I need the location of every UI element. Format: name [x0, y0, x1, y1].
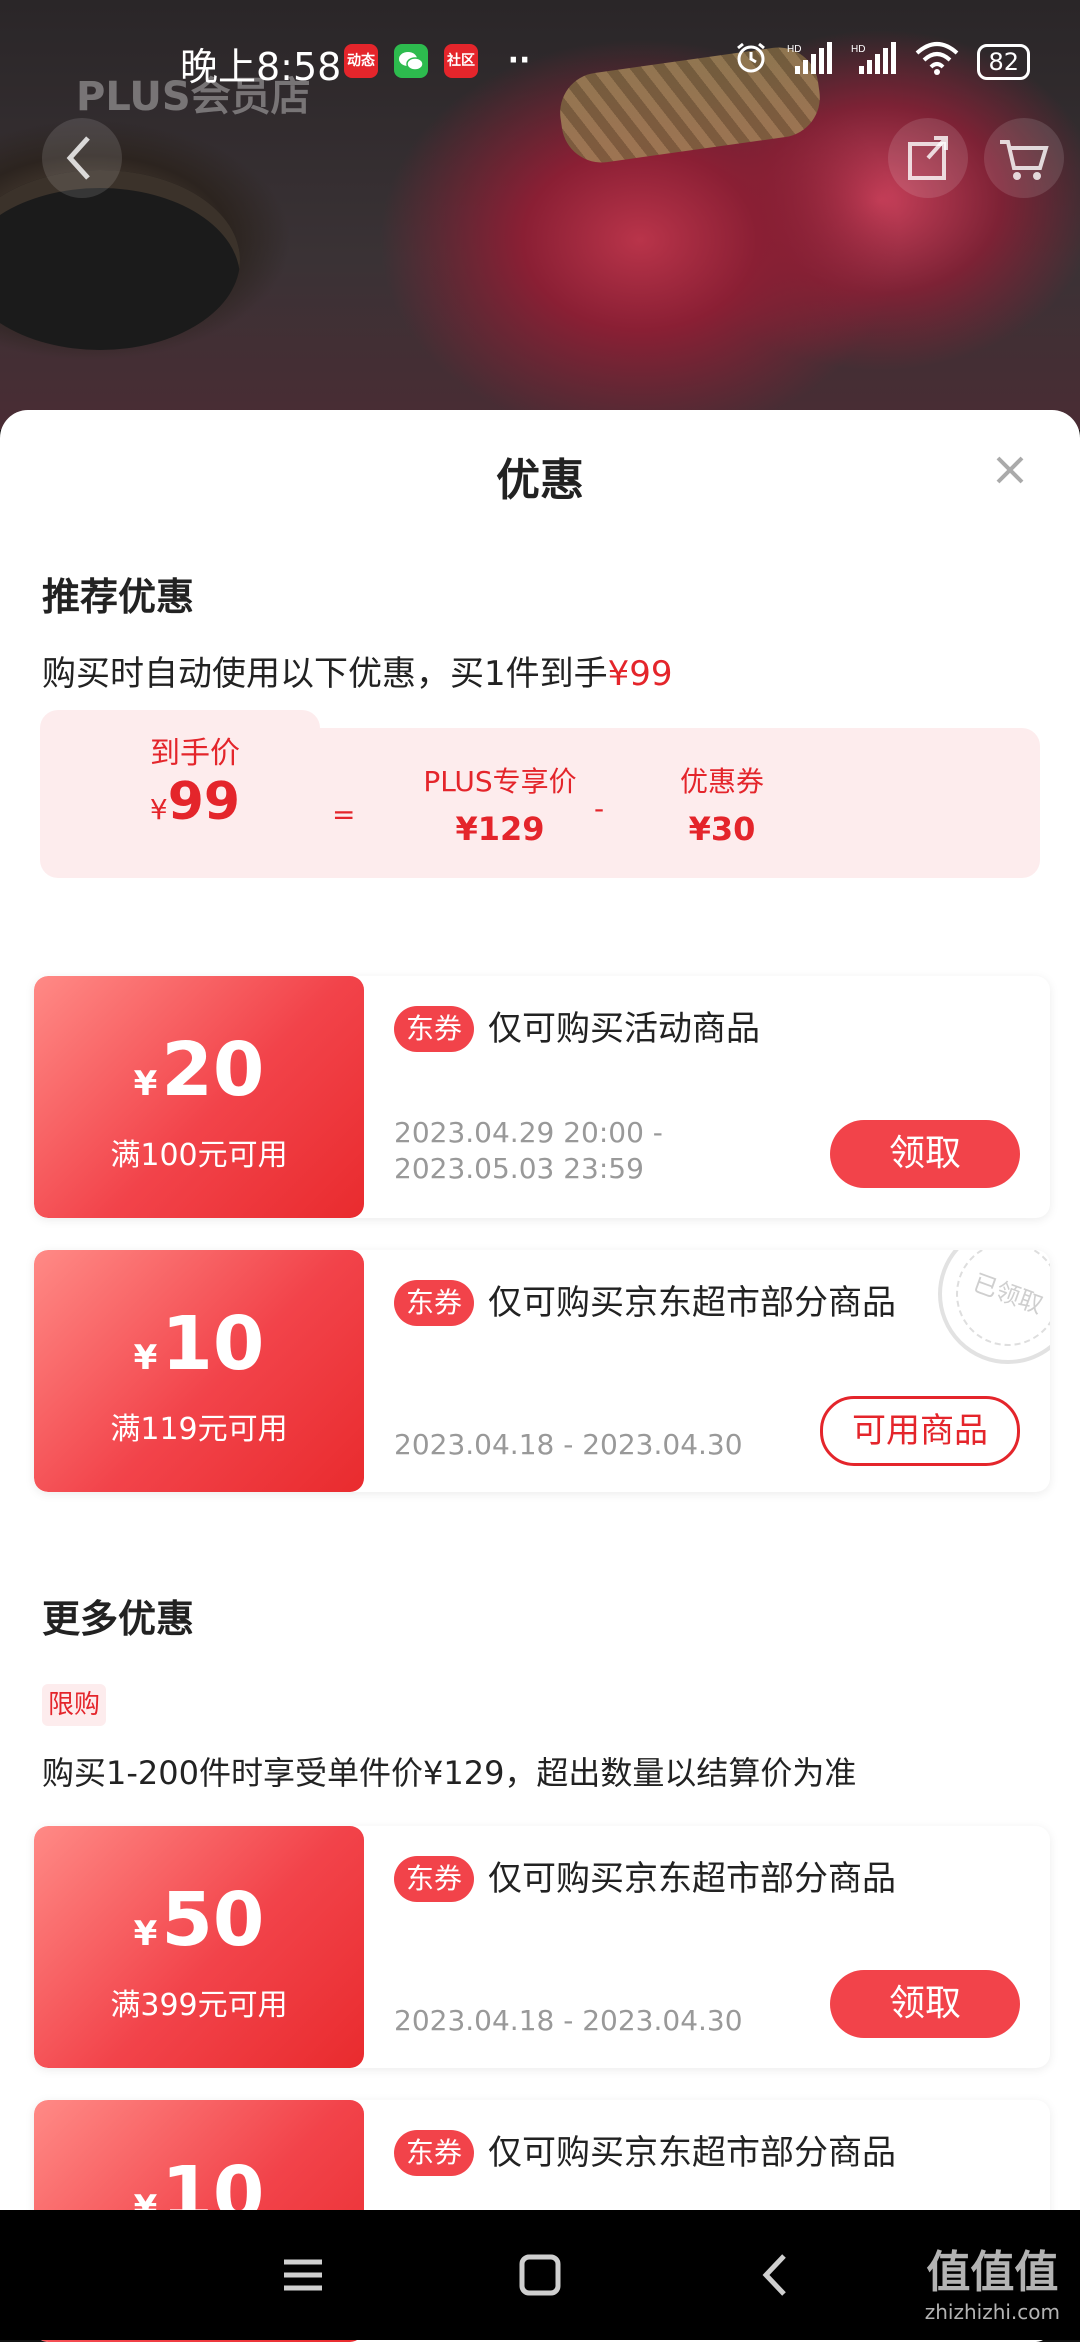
battery-indicator: 82	[977, 44, 1030, 80]
limit-purchase-desc: 购买1-200件时享受单件价¥129，超出数量以结算价为准	[42, 1754, 857, 1792]
limit-purchase-tag: 限购	[42, 1684, 106, 1726]
home-square-icon	[519, 2254, 561, 2296]
status-right: HD HD 82	[733, 40, 1030, 84]
more-offers-title: 更多优惠	[42, 1597, 195, 1641]
coupon-amount-panel: ¥10 满119元可用	[34, 1250, 364, 1492]
final-price-value: ¥99	[100, 772, 290, 832]
coupon-amount-number: 20	[161, 1027, 265, 1113]
price-breakdown: 到手价 ¥99 = PLUS专享价 ¥129 - 优惠券 ¥30	[40, 728, 1040, 878]
plus-price-col: PLUS专享价 ¥129	[400, 760, 600, 848]
signal-hd-icon: HD	[787, 42, 833, 82]
community-app-icon: 社区	[444, 44, 478, 78]
plus-price-value: ¥129	[455, 810, 545, 848]
coupon-amount-panel: ¥50 满399元可用	[34, 1826, 364, 2068]
alarm-icon	[733, 40, 769, 84]
coupon-date-line1: 2023.04.29 20:00 -	[394, 1116, 663, 1149]
coupon-card: ¥50 满399元可用 东券 仅可购买京东超市部分商品 2023.04.18 -…	[34, 1826, 1050, 2068]
claimed-stamp: 已领取	[938, 1250, 1050, 1364]
coupon-amount-number: 10	[161, 1301, 265, 1387]
coupon-type-tag: 东券	[394, 1280, 475, 1326]
equals-sign: =	[332, 798, 356, 831]
coupon-desc: 仅可购买活动商品	[488, 1009, 760, 1049]
close-icon	[996, 456, 1024, 484]
coupon-desc: 仅可购买京东超市部分商品	[488, 1283, 896, 1323]
coupon-desc: 仅可购买京东超市部分商品	[488, 1859, 896, 1899]
coupon-card: ¥20 满100元可用 东券 仅可购买活动商品 2023.04.29 20:00…	[34, 976, 1050, 1218]
status-time: 晚上8:58	[180, 45, 342, 89]
coupon-yen: ¥	[133, 1064, 158, 1104]
coupon-yen: ¥	[133, 1914, 158, 1954]
eligible-products-button[interactable]: 可用商品	[820, 1396, 1020, 1466]
coupon-amount-panel: ¥20 满100元可用	[34, 976, 364, 1218]
menu-nav-button[interactable]	[268, 2240, 338, 2310]
coupon-date-line2: 2023.05.03 23:59	[394, 1152, 644, 1185]
coupon-deduct-col: 优惠券 ¥30	[652, 760, 792, 848]
svg-text:HD: HD	[787, 44, 801, 55]
back-arrow-icon	[762, 2254, 786, 2296]
jd-app-icon: 动态	[344, 44, 378, 78]
final-price-label: 到手价	[150, 736, 240, 771]
recommended-price: ¥99	[607, 654, 673, 694]
coupon-deduct-label: 优惠券	[679, 765, 764, 798]
coupon-amount: ¥50	[34, 1878, 364, 1976]
final-price-number: 99	[167, 772, 241, 832]
coupon-type-tag: 东券	[394, 2130, 475, 2176]
menu-icon	[284, 2259, 322, 2291]
final-price-yen: ¥	[149, 793, 168, 826]
sheet-title: 优惠	[496, 455, 584, 506]
recommended-desc-text: 购买时自动使用以下优惠，买1件到手	[42, 654, 608, 694]
coupon-deduct-value: ¥30	[688, 810, 756, 848]
wechat-icon	[394, 44, 428, 78]
minus-sign: -	[594, 792, 605, 825]
coupon-date: 2023.04.18 - 2023.04.30	[394, 2004, 743, 2037]
signal-hd-icon-2: HD	[851, 42, 897, 82]
claimed-stamp-text: 已领取	[941, 1250, 1050, 1361]
home-nav-button[interactable]	[505, 2240, 575, 2310]
watermark-logo: 值值值	[926, 2247, 1059, 2298]
more-notifications-icon: ··	[507, 43, 531, 78]
coupon-yen: ¥	[133, 1338, 158, 1378]
svg-text:HD: HD	[851, 44, 865, 55]
coupon-amount: ¥20	[34, 1028, 364, 1126]
cart-button[interactable]	[984, 118, 1064, 198]
wifi-icon	[915, 41, 959, 83]
coupon-amount-number: 50	[161, 1877, 265, 1963]
final-price-col: 到手价 ¥99	[100, 728, 290, 832]
coupon-date: 2023.04.18 - 2023.04.30	[394, 1428, 743, 1461]
site-watermark: 值值值 zhizhizhi.com	[925, 2236, 1060, 2324]
claim-button[interactable]: 领取	[830, 1970, 1020, 2038]
back-button[interactable]	[42, 118, 122, 198]
system-nav-bar	[0, 2210, 1080, 2340]
share-button[interactable]	[888, 118, 968, 198]
plus-price-label: PLUS专享价	[423, 765, 577, 798]
recommended-title: 推荐优惠	[42, 575, 195, 619]
coupon-card: ¥10 满119元可用 东券 仅可购买京东超市部分商品 2023.04.18 -…	[34, 1250, 1050, 1492]
close-button[interactable]	[990, 450, 1030, 498]
recommended-desc: 购买时自动使用以下优惠，买1件到手¥99	[42, 646, 673, 695]
back-nav-button[interactable]	[742, 2240, 812, 2310]
coupon-type-tag: 东券	[394, 1006, 475, 1052]
coupon-condition: 满100元可用	[110, 1138, 288, 1173]
coupon-condition: 满399元可用	[110, 1988, 288, 2023]
status-bar: 晚上8:58 动态 社区 ·· HD HD 82	[0, 0, 1080, 120]
claim-button[interactable]: 领取	[830, 1120, 1020, 1188]
coupon-condition: 满119元可用	[110, 1412, 288, 1447]
coupon-type-tag: 东券	[394, 1856, 475, 1902]
watermark-site: zhizhizhi.com	[924, 2300, 1060, 2324]
coupon-amount: ¥10	[34, 1302, 364, 1400]
coupon-desc: 仅可购买京东超市部分商品	[488, 2133, 896, 2173]
